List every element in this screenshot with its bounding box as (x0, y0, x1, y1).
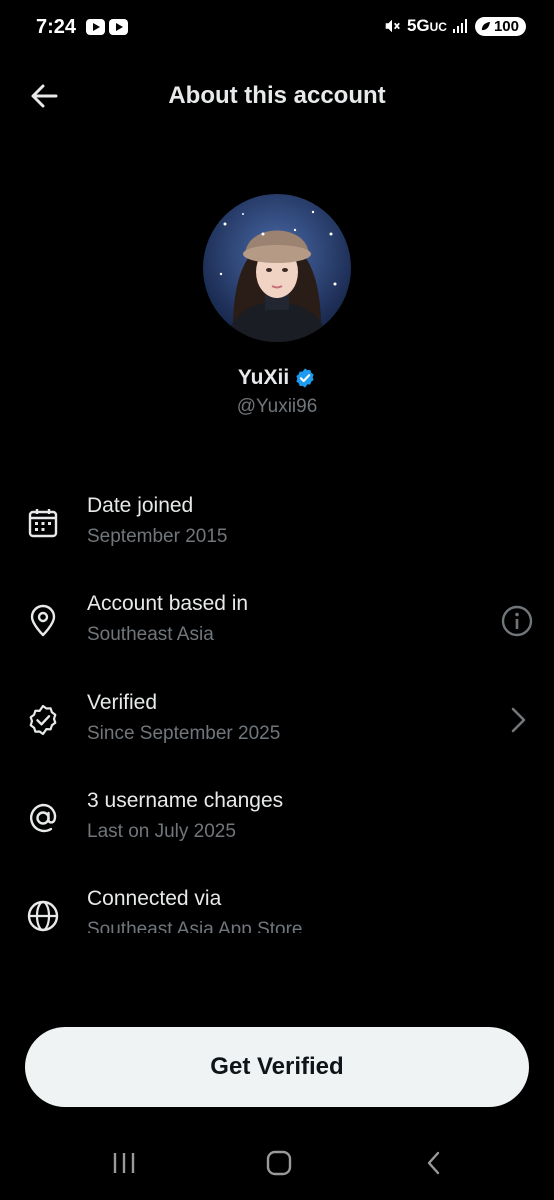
info-row-title: Connected via (87, 887, 222, 910)
info-row-subtitle: Southeast Asia (87, 624, 214, 645)
mute-icon (385, 19, 400, 33)
info-row-verified[interactable]: Verified Since September 2025 (0, 691, 554, 761)
info-row-subtitle: September 2015 (87, 526, 228, 547)
display-name-row: YuXii (0, 366, 554, 390)
system-nav-bar (0, 1130, 554, 1200)
avatar-image (203, 194, 351, 342)
info-row-subtitle: Last on July 2025 (87, 821, 236, 842)
info-row-subtitle: Southeast Asia App Store (87, 919, 303, 933)
info-icon[interactable] (500, 604, 534, 638)
at-sign-icon (30, 803, 57, 833)
username: @Yuxii96 (236, 396, 318, 417)
app-header: About this account (0, 70, 554, 122)
signal-icon (452, 19, 467, 33)
recent-apps-icon (113, 1153, 135, 1173)
status-time: 7:24 (36, 16, 77, 38)
home-icon (266, 1150, 292, 1176)
youtube-notification-icon (86, 19, 105, 35)
chevron-left-icon (427, 1151, 440, 1175)
notification-icons (86, 19, 128, 35)
globe-icon (27, 900, 59, 932)
info-row-account-based-in: Account based in Southeast Asia (0, 592, 554, 662)
page-title: About this account (168, 82, 386, 109)
recent-apps-button[interactable] (104, 1146, 144, 1180)
chevron-right-icon (511, 707, 526, 733)
network-suffix: UC (429, 20, 447, 34)
info-row-title: 3 username changes (87, 789, 284, 812)
location-pin-icon (30, 604, 56, 637)
display-name: YuXii (237, 366, 290, 389)
network-type: 5G (406, 16, 430, 35)
info-row-connected-via: Connected via Southeast Asia App Store (0, 887, 554, 933)
info-row-title: Date joined (87, 494, 194, 517)
home-button[interactable] (259, 1146, 299, 1180)
info-row-title: Account based in (87, 592, 249, 615)
get-verified-button[interactable]: Get Verified (25, 1027, 529, 1107)
battery-saver-icon (481, 21, 491, 30)
profile-avatar[interactable] (203, 194, 351, 342)
youtube-notification-icon (109, 19, 128, 35)
info-row-title: Verified (87, 691, 158, 714)
status-indicators: 5GUC 100 (383, 16, 526, 36)
info-row-username-changes: 3 username changes Last on July 2025 (0, 789, 554, 859)
battery-indicator: 100 (474, 16, 526, 36)
calendar-icon (28, 509, 58, 538)
system-back-button[interactable] (414, 1146, 454, 1180)
battery-level: 100 (493, 17, 519, 35)
info-row-date-joined: Date joined September 2015 (0, 494, 554, 564)
status-bar: 7:24 5GUC 100 (0, 0, 554, 56)
verified-check-icon (29, 704, 57, 736)
verified-badge-icon (296, 368, 314, 388)
info-row-subtitle: Since September 2025 (87, 723, 281, 744)
